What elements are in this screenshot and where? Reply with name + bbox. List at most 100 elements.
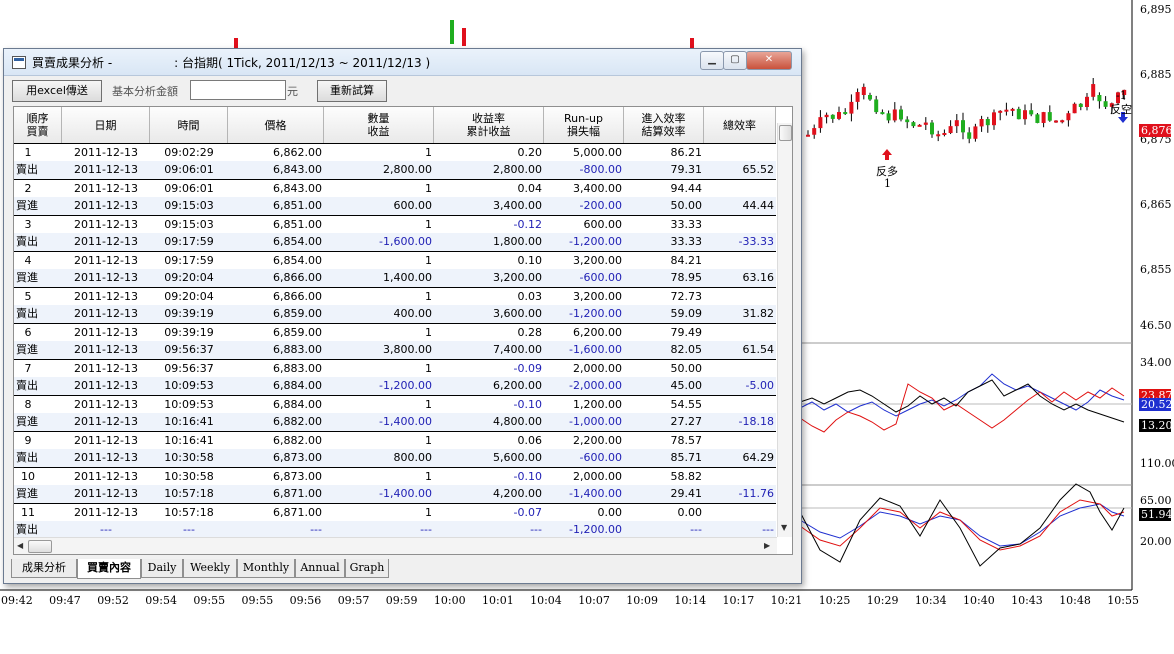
table-row[interactable]: 賣出 2011-12-13 09:39:19 6,859.00 400.00 3,600.… <box>14 305 776 323</box>
column-header[interactable]: 價格 <box>228 107 324 144</box>
horizontal-scrollbar[interactable]: ◀ ▶ <box>14 537 777 554</box>
table-cell-profit: -1,600.00 <box>379 235 432 248</box>
table-cell-time: 10:30:58 <box>164 451 214 464</box>
candle-body <box>855 92 860 102</box>
amount-input[interactable] <box>190 80 286 100</box>
scroll-down-icon[interactable]: ▼ <box>781 523 787 532</box>
candle-body <box>979 119 984 127</box>
scrollbar-thumb[interactable] <box>779 125 792 141</box>
table-cell-seq: 3 <box>24 218 32 231</box>
table-row[interactable]: 賣出 --- --- --- --- --- -1,200.00 --- --- <box>14 521 776 537</box>
export-excel-button[interactable]: 用excel傳送 <box>12 80 102 102</box>
table-cell-runup: 3,200.00 <box>573 290 622 303</box>
tab-1[interactable]: 買賣內容 <box>77 559 141 579</box>
table-cell-qty: 1 <box>425 326 432 339</box>
column-header[interactable]: 總效率 <box>704 107 776 144</box>
table-row[interactable]: 賣出 2011-12-13 10:30:58 6,873.00 800.00 5,600.… <box>14 449 776 467</box>
unit-label: 元 <box>287 85 298 98</box>
table-cell-seq: 6 <box>24 326 32 339</box>
column-header[interactable]: 收益率 累計收益 <box>434 107 544 144</box>
table-cell-runup: 2,200.00 <box>573 434 622 447</box>
table-cell-time: 09:20:04 <box>164 271 214 284</box>
candle-body <box>985 119 990 126</box>
table-row[interactable]: 4 2011-12-13 09:17:59 6,854.00 1 0.10 3,200.00… <box>14 251 776 270</box>
table-row[interactable]: 11 2011-12-13 10:57:18 6,871.00 1 -0.07 0.00 0.… <box>14 503 776 522</box>
table-cell-price: 6,884.00 <box>273 379 322 392</box>
column-header[interactable]: 數量 收益 <box>324 107 434 144</box>
close-button[interactable]: ✕ <box>746 51 792 70</box>
column-header[interactable]: 順序 買賣 <box>14 107 62 144</box>
table-row[interactable]: 5 2011-12-13 09:20:04 6,866.00 1 0.03 3,200.00… <box>14 287 776 306</box>
table-row[interactable]: 6 2011-12-13 09:39:19 6,859.00 1 0.28 6,200.00… <box>14 323 776 342</box>
candle-body <box>1097 95 1102 102</box>
minimize-button[interactable]: ▁ <box>700 51 724 70</box>
table-cell-date: 2011-12-13 <box>74 199 138 212</box>
table-row[interactable]: 9 2011-12-13 10:16:41 6,882.00 1 0.06 2,200.00… <box>14 431 776 450</box>
table-cell-date: 2011-12-13 <box>74 470 138 483</box>
table-cell-time: 09:15:03 <box>164 218 214 231</box>
table-row[interactable]: 賣出 2011-12-13 09:06:01 6,843.00 2,800.00 2,80… <box>14 161 776 179</box>
table-row[interactable]: 買進 2011-12-13 10:16:41 6,882.00 -1,400.00 4,8… <box>14 413 776 431</box>
table-row[interactable]: 1 2011-12-13 09:02:29 6,862.00 1 0.20 5,000.00… <box>14 143 776 162</box>
table-cell-date: 2011-12-13 <box>74 398 138 411</box>
table-row[interactable]: 買進 2011-12-13 09:15:03 6,851.00 600.00 3,400.… <box>14 197 776 215</box>
table-row[interactable]: 10 2011-12-13 10:30:58 6,873.00 1 -0.10 2,000.… <box>14 467 776 486</box>
table-cell-date: 2011-12-13 <box>74 290 138 303</box>
tab-2[interactable]: Daily <box>141 559 183 578</box>
table-cell-runup: 2,000.00 <box>573 362 622 375</box>
table-cell-date: 2011-12-13 <box>74 163 138 176</box>
tab-5[interactable]: Annual <box>295 559 345 578</box>
table-row[interactable]: 8 2011-12-13 10:09:53 6,884.00 1 -0.10 1,200.0… <box>14 395 776 414</box>
table-cell-eff: 33.33 <box>670 218 703 231</box>
table-cell-qty: 1 <box>425 398 432 411</box>
tab-0[interactable]: 成果分析 <box>11 559 77 578</box>
scroll-left-icon[interactable]: ◀ <box>17 541 23 550</box>
table-row[interactable]: 買進 2011-12-13 10:57:18 6,871.00 -1,400.00 4,2… <box>14 485 776 503</box>
table-row[interactable]: 7 2011-12-13 09:56:37 6,883.00 1 -0.09 2,000.0… <box>14 359 776 378</box>
table-cell-eff: 72.73 <box>670 290 703 303</box>
table-row[interactable]: 賣出 2011-12-13 10:09:53 6,884.00 -1,200.00 6,2… <box>14 377 776 395</box>
column-header[interactable]: 時間 <box>150 107 228 144</box>
scrollbar-thumb[interactable] <box>28 540 52 553</box>
table-row[interactable]: 買進 2011-12-13 09:56:37 6,883.00 3,800.00 7,40… <box>14 341 776 359</box>
indicator-line-blue <box>799 373 1125 417</box>
table-cell-time: 09:39:19 <box>164 307 214 320</box>
table-row[interactable]: 2 2011-12-13 09:06:01 6,843.00 1 0.04 3,400.00… <box>14 179 776 198</box>
title-bar[interactable]: 買賣成果分析 -: 台指期( 1Tick, 2011/12/13 ~ 2011/… <box>4 49 801 76</box>
table-cell-eff: 79.49 <box>670 326 703 339</box>
time-axis-label: 09:42 <box>1 594 33 607</box>
candle-body <box>1047 112 1052 121</box>
table-cell-profit: --- <box>420 523 432 536</box>
maximize-button[interactable]: ▢ <box>723 51 747 70</box>
candle-body <box>1091 84 1096 97</box>
table-cell-profit: -1,400.00 <box>379 415 432 428</box>
table-row[interactable]: 3 2011-12-13 09:15:03 6,851.00 1 -0.12 600.00 3… <box>14 215 776 234</box>
vertical-scrollbar[interactable]: ▼ <box>777 123 792 537</box>
column-header[interactable]: 進入效率 結算效率 <box>624 107 704 144</box>
table-cell-time: 10:30:58 <box>164 470 214 483</box>
candle-body <box>1054 120 1058 123</box>
recalculate-button[interactable]: 重新試算 <box>317 80 387 102</box>
table-cell-date: 2011-12-13 <box>74 451 138 464</box>
table-cell-total: 63.16 <box>742 271 775 284</box>
time-axis-label: 09:54 <box>145 594 177 607</box>
table-row[interactable]: 買進 2011-12-13 09:20:04 6,866.00 1,400.00 3,20… <box>14 269 776 287</box>
table-cell-total: 31.82 <box>742 307 775 320</box>
candle-body <box>923 122 928 125</box>
table-cell-time: 09:17:59 <box>164 235 214 248</box>
tab-4[interactable]: Monthly <box>237 559 295 578</box>
table-cell-loss: -1,200.00 <box>569 235 622 248</box>
column-header[interactable]: 日期 <box>62 107 150 144</box>
column-header-line1: 時間 <box>177 118 200 132</box>
table-cell-rate: -0.09 <box>513 362 542 375</box>
column-header[interactable]: Run-up 損失幅 <box>544 107 624 144</box>
candle-body <box>874 99 879 113</box>
tab-3[interactable]: Weekly <box>183 559 237 578</box>
table-row[interactable]: 賣出 2011-12-13 09:17:59 6,854.00 -1,600.00 1,8… <box>14 233 776 251</box>
scroll-right-icon[interactable]: ▶ <box>764 541 770 550</box>
table-cell-price: 6,862.00 <box>273 146 322 159</box>
tab-6[interactable]: Graph <box>345 559 389 578</box>
table-cell-price: 6,854.00 <box>273 235 322 248</box>
table-cell-eff: 50.00 <box>670 199 703 212</box>
table-cell-side: 賣出 <box>16 235 38 248</box>
